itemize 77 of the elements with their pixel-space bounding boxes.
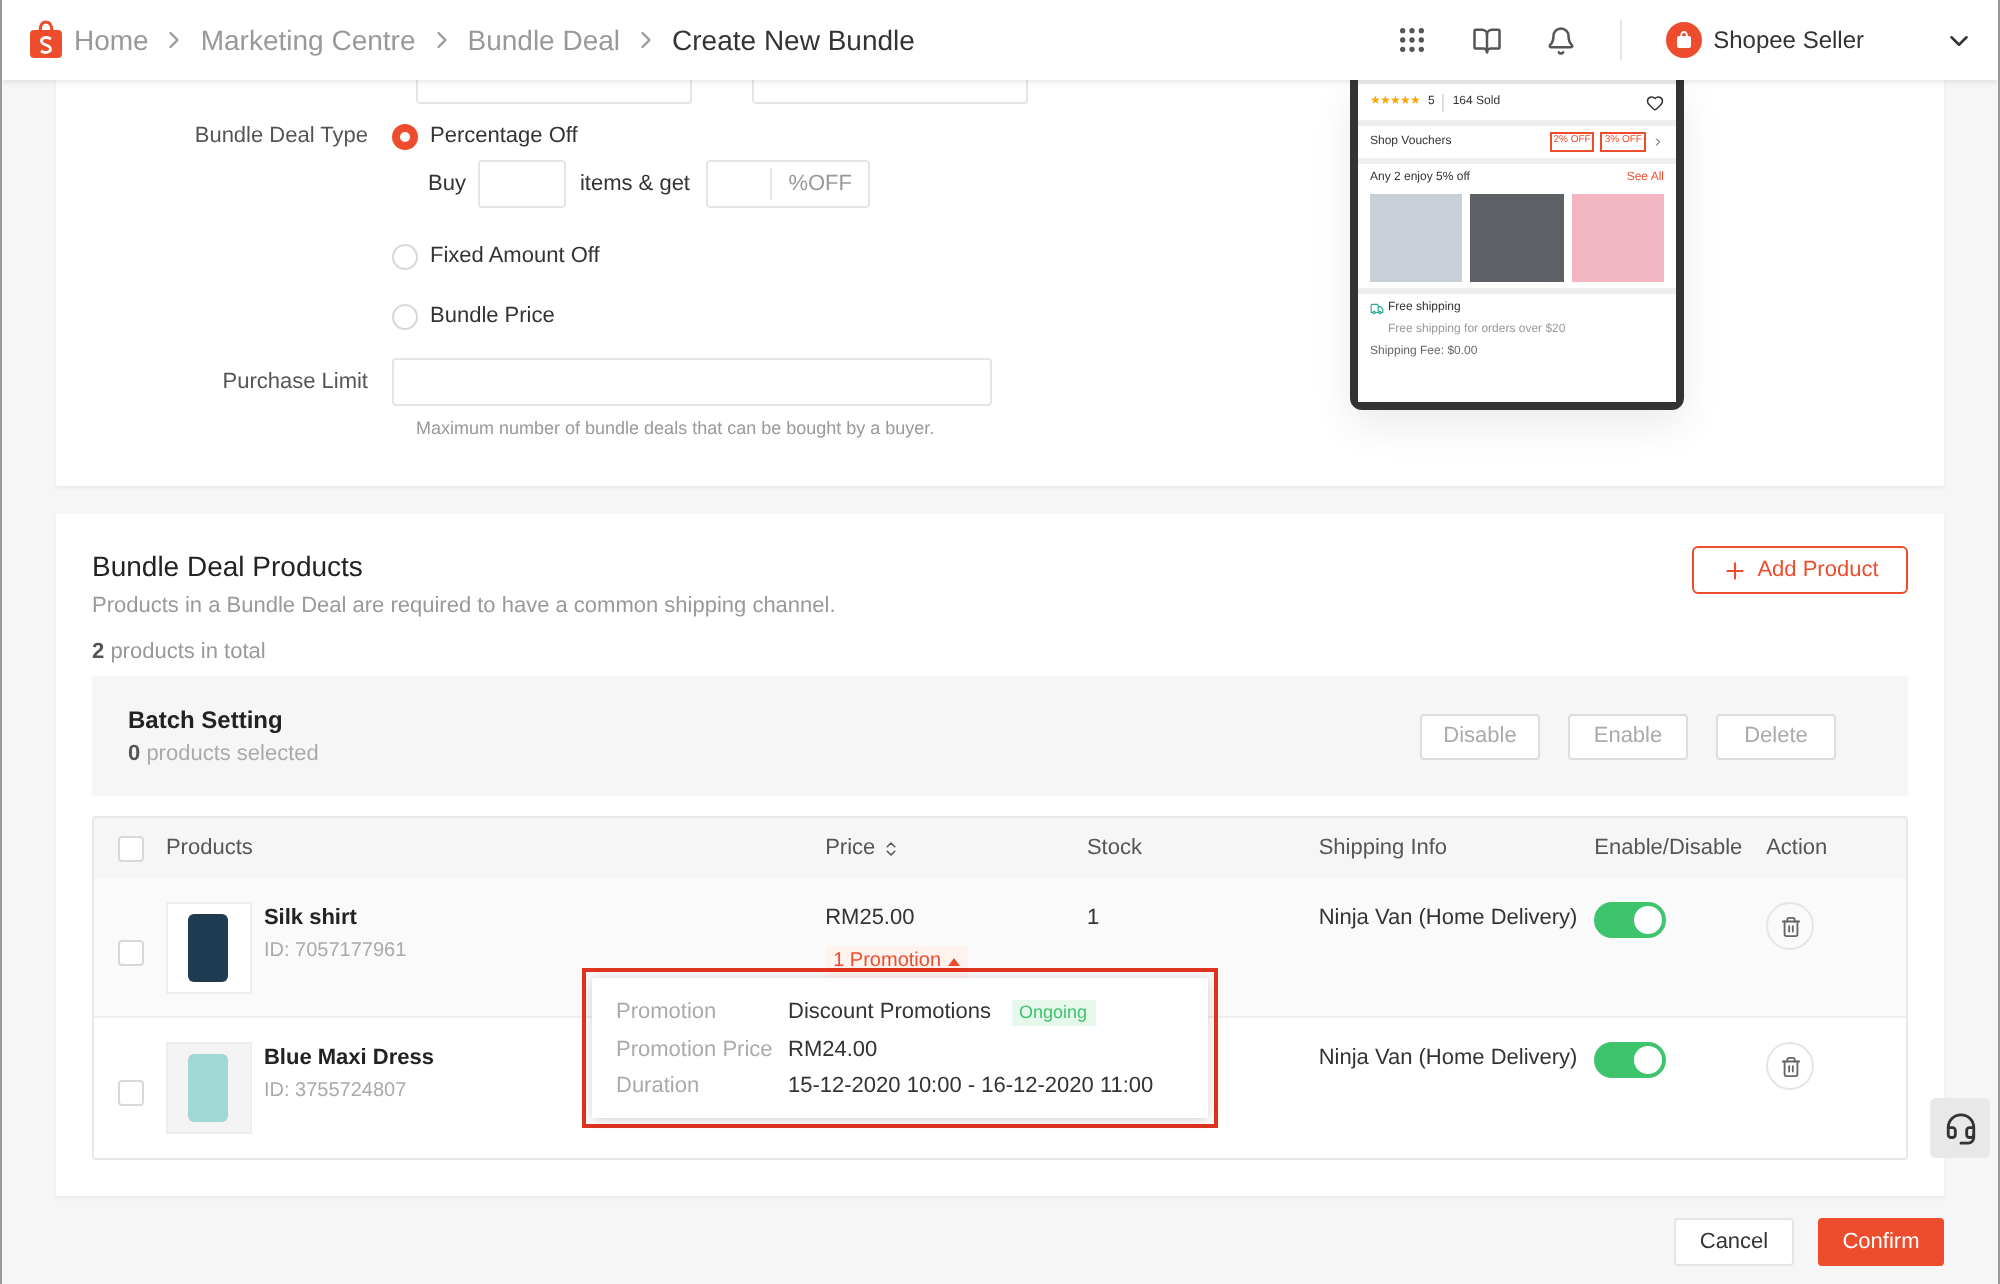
- column-header[interactable]: Price: [825, 831, 1087, 865]
- cancel-button[interactable]: Cancel: [1674, 1218, 1794, 1266]
- chevron-right-icon: [1652, 136, 1664, 148]
- toggle-switch[interactable]: [1594, 1042, 1667, 1078]
- caret-up-icon: [947, 957, 960, 965]
- truck-icon: [1370, 302, 1384, 316]
- radio-label[interactable]: Bundle Price: [430, 299, 555, 333]
- price-text: RM25.00: [825, 904, 915, 934]
- popover-label: Promotion Price: [616, 1035, 775, 1065]
- checkbox[interactable]: [118, 835, 144, 861]
- field-hint: Maximum number of bundle deals that can be bought by a buyer.: [414, 416, 937, 442]
- shop-bag-logo: [26, 20, 66, 60]
- date-field[interactable]: [752, 80, 1028, 104]
- field-label: Purchase Limit: [220, 367, 370, 398]
- plus-icon: [1721, 557, 1748, 583]
- items-get-label: items & get: [579, 169, 690, 200]
- checkbox[interactable]: [118, 939, 144, 965]
- percent-field[interactable]: %OFF: [706, 160, 870, 208]
- photo-placeholder: [1470, 194, 1564, 282]
- heart-icon[interactable]: [1646, 93, 1664, 111]
- confirm-button[interactable]: Confirm: [1818, 1218, 1944, 1266]
- section-subtitle: Products in a Bundle Deal are required to have a common shipping channel.: [92, 592, 836, 622]
- photo-placeholder: [1370, 194, 1463, 282]
- radio-label[interactable]: Fixed Amount Off: [430, 239, 600, 273]
- selected-count: 0 products selected: [128, 739, 319, 770]
- headset-icon: [1943, 1111, 1977, 1145]
- shipping-text: Ninja Van (Home Delivery): [1318, 906, 1578, 930]
- column-header: Stock: [1086, 833, 1144, 864]
- product-id: ID: 7057177961: [263, 937, 407, 965]
- popover-value: Discount Promotions: [788, 998, 991, 1028]
- popover-value: 15-12-2020 10:00 - 16-12-2020 11:00: [788, 1072, 1154, 1102]
- batch-action-button[interactable]: Delete: [1716, 713, 1836, 759]
- field-label: Bundle Deal Type: [192, 122, 370, 152]
- notification-bell-icon[interactable]: [1545, 25, 1576, 55]
- product-thumbnail: [165, 1042, 252, 1134]
- delete-button[interactable]: [1766, 902, 1815, 950]
- quantity-field[interactable]: [477, 160, 566, 208]
- delete-button[interactable]: [1766, 1042, 1815, 1090]
- batch-title: Batch Setting: [128, 703, 285, 738]
- popover-label: Duration: [616, 1072, 702, 1102]
- breadcrumb-link[interactable]: Bundle Deal: [467, 19, 621, 61]
- checkbox[interactable]: [118, 1079, 144, 1105]
- add-product-button[interactable]: Add Product: [1692, 546, 1908, 594]
- radio-label[interactable]: Percentage Off: [430, 119, 578, 153]
- trash-icon: [1779, 1055, 1802, 1077]
- buy-label: Buy: [428, 169, 466, 200]
- seller-avatar[interactable]: [1665, 22, 1702, 58]
- stock-text: 1: [1086, 906, 1100, 930]
- column-header: Action: [1766, 833, 1830, 864]
- seller-name[interactable]: Shopee Seller: [1713, 22, 1864, 58]
- breadcrumb-link[interactable]: Home: [74, 19, 149, 61]
- product-name: Silk shirt: [263, 904, 359, 934]
- product-name: Blue Maxi Dress: [263, 1044, 434, 1074]
- photo-placeholder: [1571, 194, 1664, 282]
- trash-icon: [1779, 915, 1802, 937]
- radio-button[interactable]: [392, 123, 418, 149]
- shipping-text: Ninja Van (Home Delivery): [1318, 1046, 1578, 1070]
- batch-action-button[interactable]: Enable: [1568, 713, 1688, 759]
- date-field[interactable]: [416, 80, 692, 104]
- breadcrumb-link[interactable]: Marketing Centre: [200, 19, 416, 61]
- section-title: Bundle Deal Products: [92, 548, 365, 586]
- batch-action-button[interactable]: Disable: [1420, 713, 1540, 759]
- column-header: Enable/Disable: [1594, 833, 1745, 864]
- status-badge: Ongoing: [1011, 999, 1096, 1026]
- product-thumbnail: [165, 902, 252, 994]
- popover-value: RM24.00: [788, 1035, 878, 1065]
- column-header: Products: [165, 833, 255, 864]
- toggle-switch[interactable]: [1594, 902, 1667, 938]
- product-id: ID: 3755724807: [263, 1077, 409, 1105]
- product-total: 2 products in total: [92, 637, 268, 667]
- book-icon[interactable]: [1471, 25, 1502, 55]
- popover-label: Promotion: [616, 998, 719, 1028]
- purchase-limit-field[interactable]: [392, 358, 992, 406]
- sort-icon: [881, 839, 900, 857]
- column-header: Shipping Info: [1318, 833, 1450, 864]
- support-button[interactable]: [1930, 1098, 1990, 1158]
- apps-grid-icon[interactable]: [1395, 24, 1428, 56]
